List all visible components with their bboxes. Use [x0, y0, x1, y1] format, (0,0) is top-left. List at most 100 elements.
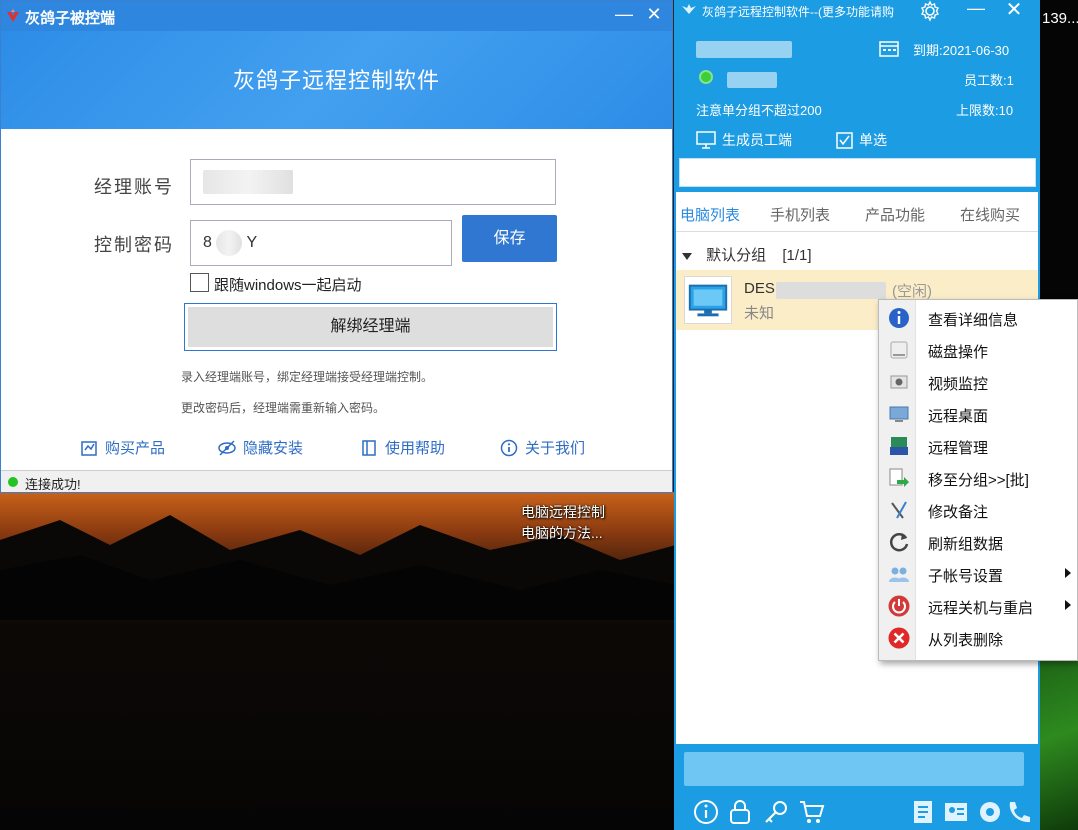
device-search-input[interactable] — [679, 158, 1036, 187]
help-label: 使用帮助 — [385, 440, 446, 457]
menu-item-label: 移至分组>>[批] — [928, 472, 1029, 489]
device-name: DES — [744, 280, 775, 297]
menu-item-label: 从列表删除 — [928, 632, 1004, 649]
device-context-menu: 查看详细信息 磁盘操作 视频监控 远程桌面 远程管理 移至分组>>[批] 修改备… — [878, 299, 1078, 661]
desktop-shortcut-line1: 电脑远程控制 — [521, 504, 605, 520]
tab-online-purchase[interactable]: 在线购买 — [960, 204, 1020, 225]
info-icon[interactable] — [692, 798, 720, 826]
autostart-checkbox[interactable] — [190, 273, 209, 292]
unbind-manager-button[interactable]: 解绑经理端 — [184, 303, 557, 351]
manager-account-input[interactable] — [190, 159, 556, 205]
tab-phone-list[interactable]: 手机列表 — [770, 204, 830, 225]
settings-cog-icon[interactable] — [976, 798, 1004, 826]
desktop-shortcut-line2: 电脑的方法... — [521, 525, 603, 541]
menu-item-label: 磁盘操作 — [928, 344, 989, 361]
buy-product-link[interactable]: 购买产品 — [79, 437, 165, 458]
menu-item-remote-management[interactable]: 远程管理 — [879, 430, 1077, 462]
right-window-title: 灰鸽子远程控制软件--(更多功能请购 — [702, 5, 894, 19]
bind-note: 录入经理端账号，绑定经理端接受经理端控制。 — [181, 370, 434, 384]
menu-item-refresh-group[interactable]: 刷新组数据 — [879, 526, 1077, 558]
controlled-client-window: 灰鸽子被控端 — ✕ 灰鸽子远程控制软件 经理账号 控制密码 8 Y 保存 跟随… — [0, 0, 673, 493]
control-password-value: 8 — [203, 234, 212, 251]
delete-icon — [888, 627, 910, 649]
hide-install-label: 隐藏安装 — [243, 440, 304, 457]
manager-account-label: 经理账号 — [94, 177, 174, 197]
eye-hidden-icon — [218, 439, 236, 456]
menu-item-remote-desktop[interactable]: 远程桌面 — [879, 398, 1077, 430]
power-icon — [888, 595, 910, 617]
generate-client-button[interactable]: 生成员工端 — [696, 130, 792, 150]
status-online-icon — [8, 477, 18, 487]
monitor-icon — [696, 131, 716, 149]
disk-icon — [890, 341, 908, 359]
autostart-label[interactable]: 跟随windows一起启动 — [214, 274, 362, 295]
submenu-arrow-icon — [1065, 568, 1071, 578]
computer-icon — [684, 276, 732, 324]
key-icon[interactable] — [762, 798, 790, 826]
about-link[interactable]: 关于我们 — [499, 437, 585, 458]
left-banner: 灰鸽子远程控制软件 — [1, 31, 672, 129]
menu-item-label: 远程管理 — [928, 440, 989, 457]
device-note: 未知 — [744, 305, 775, 322]
menu-item-edit-remark[interactable]: 修改备注 — [879, 494, 1077, 526]
menu-item-label: 视频监控 — [928, 376, 989, 393]
generate-client-label: 生成员工端 — [722, 132, 792, 148]
menu-item-label: 远程桌面 — [928, 408, 989, 425]
about-label: 关于我们 — [525, 440, 586, 457]
menu-item-label: 修改备注 — [928, 504, 989, 521]
control-password-input[interactable]: 8 Y — [190, 220, 452, 266]
lock-icon[interactable] — [726, 798, 754, 826]
menu-item-remote-shutdown[interactable]: 远程关机与重启 — [879, 590, 1077, 622]
menu-item-move-to-group[interactable]: 移至分组>>[批] — [879, 462, 1077, 494]
save-button[interactable]: 保存 — [462, 215, 557, 262]
password-note: 更改密码后，经理端需重新输入密码。 — [181, 401, 386, 415]
menu-item-view-details[interactable]: 查看详细信息 — [879, 302, 1077, 334]
edit-tools-icon — [891, 501, 907, 519]
hide-install-link[interactable]: 隐藏安装 — [217, 437, 303, 458]
left-titlebar[interactable]: 灰鸽子被控端 — ✕ — [1, 1, 672, 31]
status-bar: 连接成功! — [1, 470, 672, 492]
group-name: 默认分组 — [706, 247, 767, 264]
minimize-button[interactable]: — — [611, 3, 637, 27]
cart-icon[interactable] — [798, 798, 826, 826]
submenu-arrow-icon — [1065, 600, 1071, 610]
contact-card-icon[interactable] — [942, 798, 970, 826]
right-minimize-button[interactable]: — — [966, 0, 986, 17]
info-circle-icon — [889, 308, 909, 328]
close-button[interactable]: ✕ — [641, 3, 667, 27]
app-logo-icon — [682, 4, 696, 14]
group-limit-note: 注意单分组不超过200 — [696, 103, 822, 118]
phone-icon[interactable] — [1004, 798, 1032, 826]
menu-item-delete-from-list[interactable]: 从列表删除 — [879, 622, 1077, 654]
tab-computer-list[interactable]: 电脑列表 — [680, 204, 740, 225]
status-text: 连接成功! — [25, 477, 81, 492]
menu-item-subaccount-settings[interactable]: 子帐号设置 — [879, 558, 1077, 590]
tab-bar: 电脑列表 手机列表 产品功能 在线购买 — [676, 192, 1038, 232]
tab-product-features[interactable]: 产品功能 — [865, 204, 925, 225]
group-header[interactable]: 默认分组 [1/1] — [682, 244, 812, 265]
expiry-date: 到期:2021-06-30 — [913, 43, 1010, 58]
device-state: (空闲) — [892, 283, 932, 300]
redacted-username — [696, 41, 792, 58]
buy-product-label: 购买产品 — [105, 440, 166, 457]
info-icon — [500, 439, 518, 456]
edge-grass — [1040, 640, 1078, 830]
menu-item-label: 远程关机与重启 — [928, 600, 1034, 617]
menu-item-disk-operations[interactable]: 磁盘操作 — [879, 334, 1077, 366]
single-select-button[interactable]: 单选 — [836, 130, 887, 150]
move-arrow-icon — [889, 468, 909, 487]
right-close-button[interactable]: ✕ — [1002, 0, 1026, 22]
document-icon[interactable] — [909, 798, 937, 826]
gear-icon[interactable] — [919, 0, 941, 22]
desktop-monitor-icon — [889, 406, 909, 422]
bottom-input-field[interactable] — [684, 752, 1024, 786]
redacted-password — [216, 229, 243, 256]
help-link[interactable]: 使用帮助 — [359, 437, 445, 458]
upper-limit: 上限数:10 — [956, 103, 1014, 118]
calendar-icon — [879, 41, 899, 57]
edge-number: 139... — [1042, 10, 1078, 27]
users-icon — [889, 567, 909, 582]
menu-item-label: 刷新组数据 — [928, 536, 1004, 553]
menu-item-video-monitor[interactable]: 视频监控 — [879, 366, 1077, 398]
desktop-shortcut-label[interactable]: 电脑远程控制 电脑的方法... — [521, 502, 605, 544]
